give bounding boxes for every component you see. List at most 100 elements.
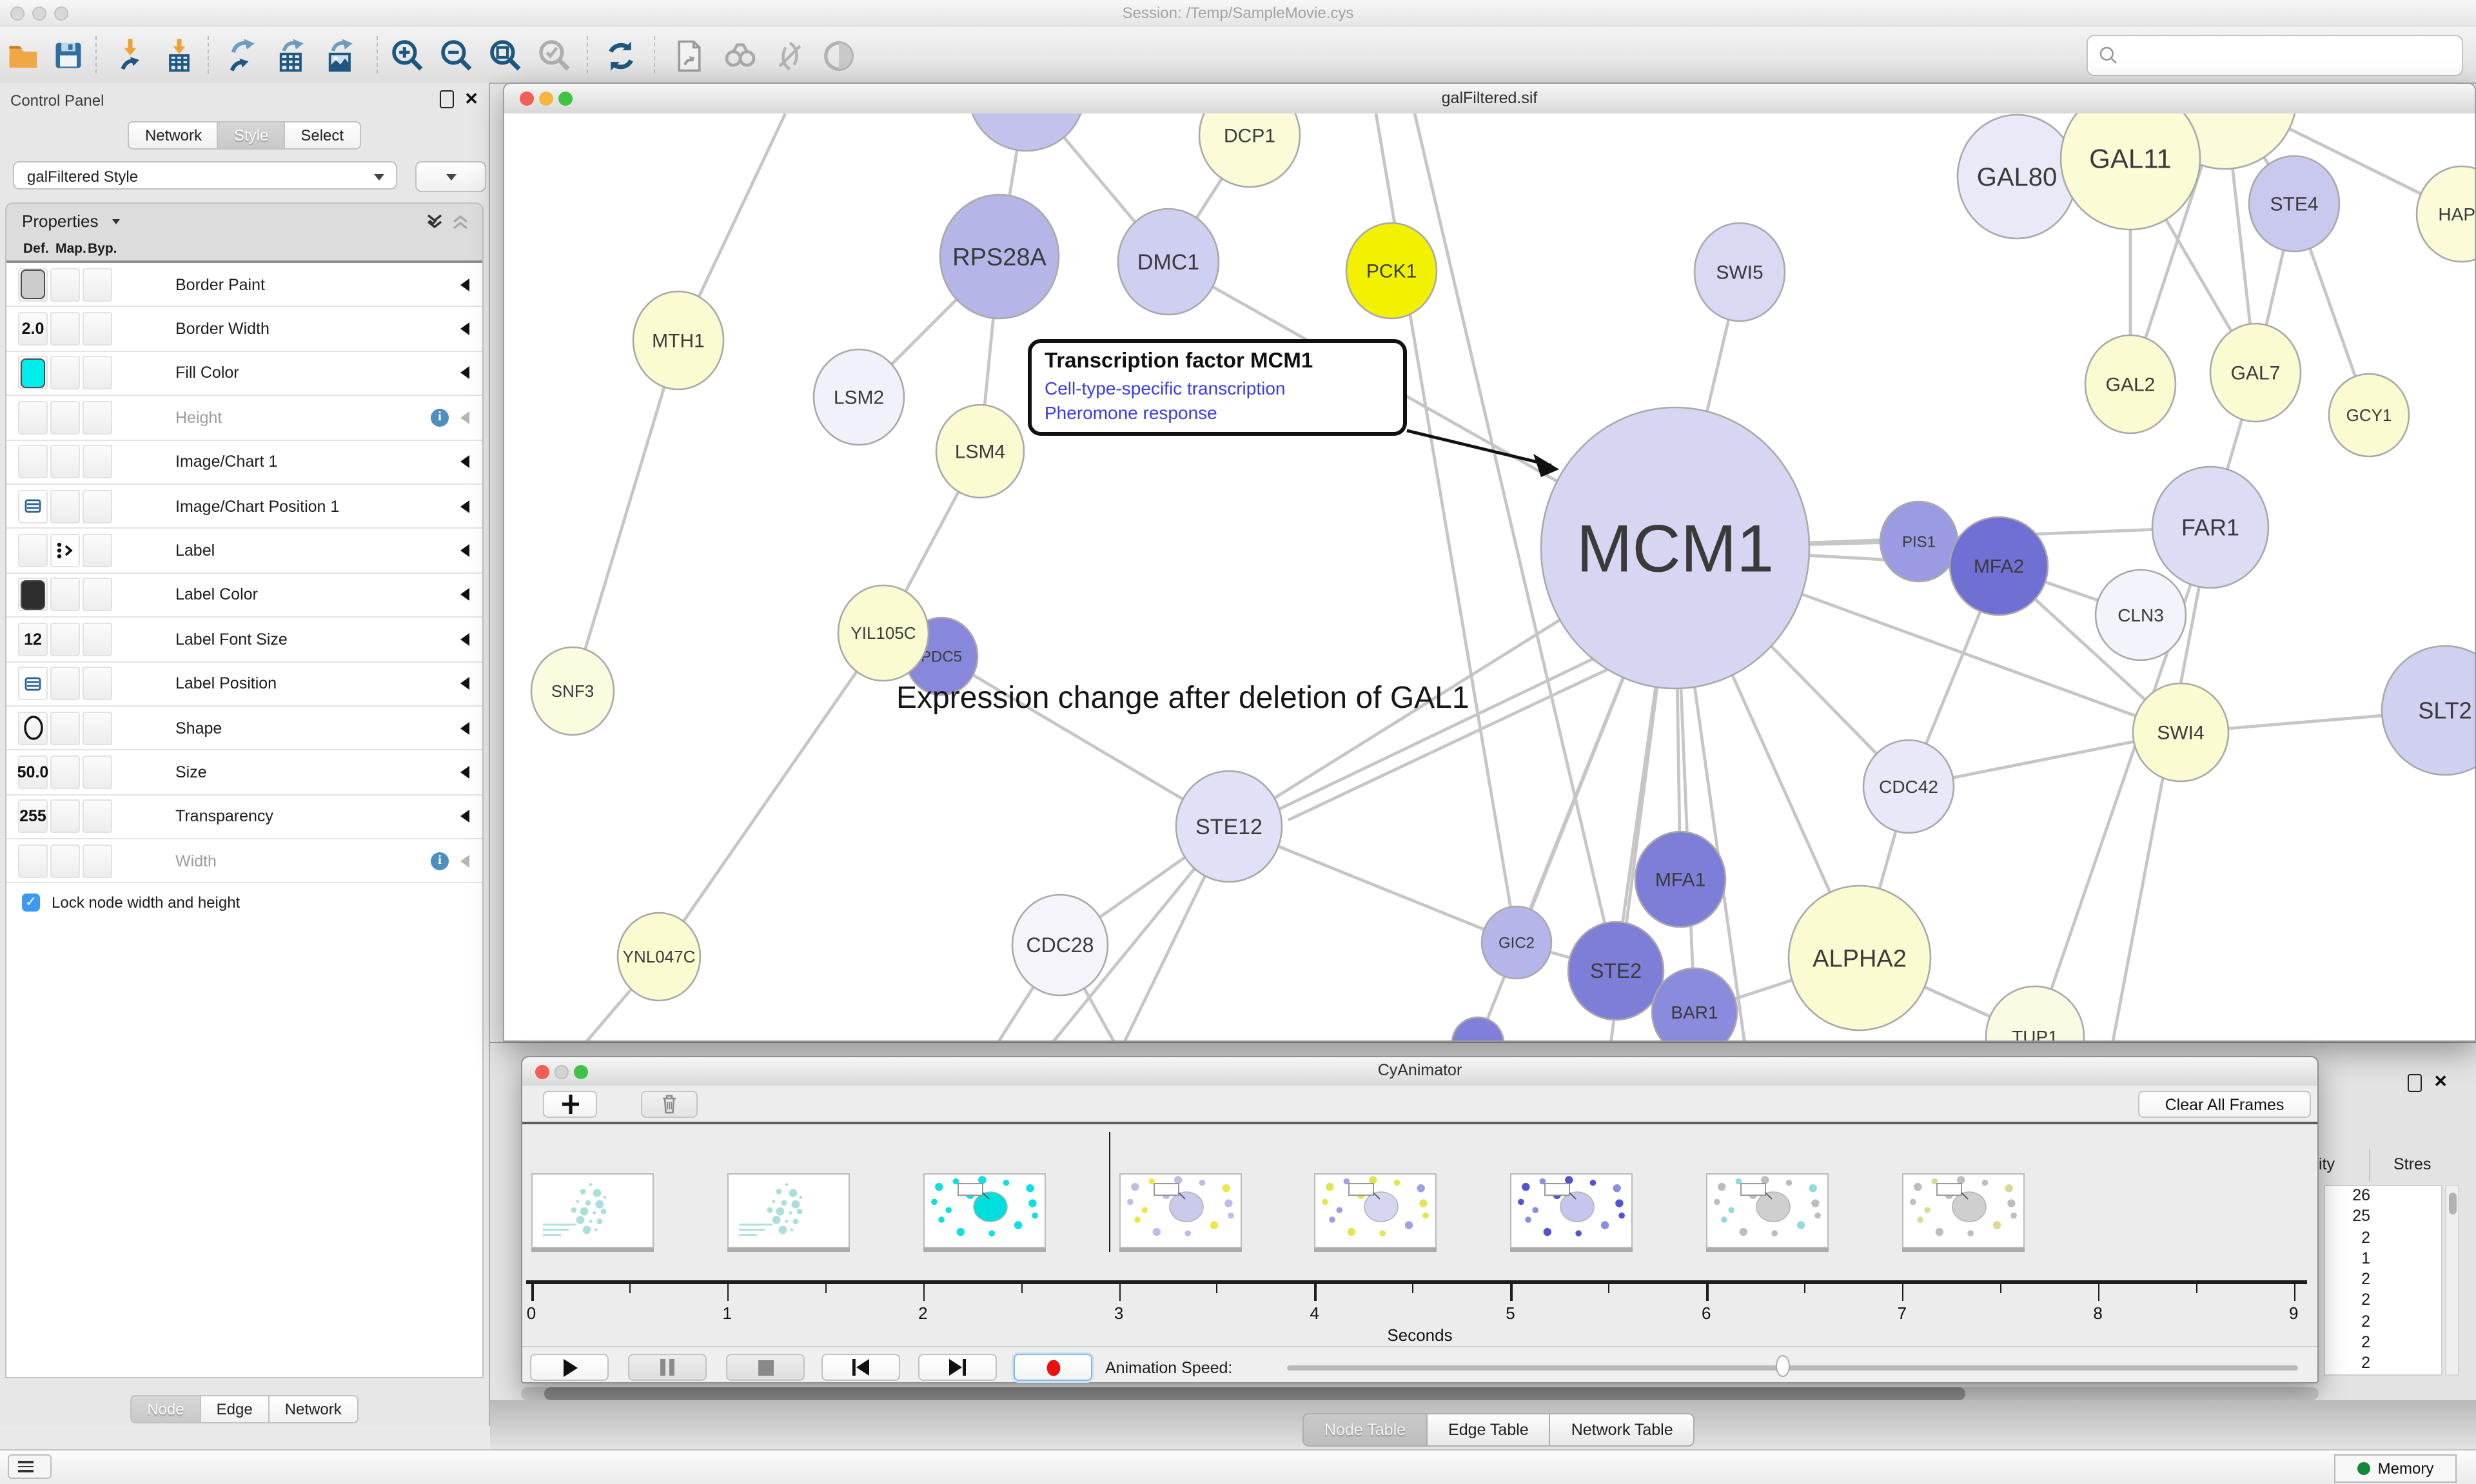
node-BAR1[interactable]: BAR1 [1652,968,1737,1040]
expand-arrow-icon[interactable] [460,456,469,469]
property-row-width[interactable]: Widthi [6,839,482,884]
node-GAL2[interactable]: GAL2 [2085,335,2176,433]
table-cell[interactable]: 2 [2325,1333,2441,1354]
expand-arrow-icon[interactable] [460,721,469,734]
default-value-cell[interactable] [18,534,48,567]
node-LSM2[interactable]: LSM2 [814,349,904,445]
network-window-titlebar[interactable]: galFiltered.sif [504,84,2475,115]
cyanimator-titlebar[interactable]: CyAnimator [522,1057,2317,1087]
float-panel-icon[interactable] [2408,1074,2422,1098]
frame-thumbnail-5[interactable] [1511,1173,1633,1248]
expand-arrow-icon[interactable] [460,278,469,291]
style-options-button[interactable] [415,161,486,192]
table-vertical-scrollbar[interactable] [2445,1185,2459,1376]
record-button[interactable] [1014,1354,1092,1381]
property-row-transparency[interactable]: 255Transparency [6,795,482,839]
bypass-cell[interactable] [83,623,112,656]
network-canvas[interactable]: RPS28BMTH1LSM2RPS28ADMC1LSM4SNF3PDC5YIL1… [504,113,2475,1040]
node-YNL047C[interactable]: YNL047C [618,913,700,1001]
tab-select[interactable]: Select [284,121,360,150]
mapping-cell[interactable] [50,578,80,612]
tab-network[interactable]: Network [128,121,217,150]
property-row-fill-color[interactable]: Fill Color [6,352,482,396]
node-HAP2[interactable]: HAP2 [2417,166,2475,262]
tab-node-table[interactable]: Node Table [1302,1413,1426,1447]
property-row-image-chart-position-1[interactable]: Image/Chart Position 1 [6,485,482,529]
property-row-image-chart-1[interactable]: Image/Chart 1 [6,440,482,485]
animation-speed-thumb[interactable] [1776,1355,1790,1377]
node-CDC28[interactable]: CDC28 [1012,895,1108,995]
expand-arrow-icon[interactable] [460,855,469,868]
node-STE2[interactable]: STE2 [1568,922,1664,1020]
mapping-cell[interactable] [50,401,80,434]
node-GAL11[interactable]: GAL11 [2061,113,2200,229]
property-row-border-width[interactable]: 2.0Border Width [6,308,482,352]
expand-arrow-icon[interactable] [460,411,469,424]
mapping-cell[interactable] [50,711,80,745]
node-STE4[interactable]: STE4 [2249,156,2339,251]
memory-button[interactable]: Memory [2334,1454,2457,1483]
bypass-cell[interactable] [83,800,112,834]
import-table-icon[interactable] [159,35,200,76]
annotation-link-1[interactable]: Cell-type-specific transcription [1045,378,1390,398]
default-value-cell[interactable] [18,356,48,390]
mapping-cell[interactable] [50,623,80,656]
default-value-cell[interactable] [18,845,48,878]
zoom-out-icon[interactable] [436,35,477,76]
lock-checkbox[interactable]: ✓ [22,894,40,912]
expand-arrow-icon[interactable] [460,367,469,380]
node-GCY1[interactable]: GCY1 [2329,374,2409,456]
mapping-cell[interactable] [50,756,80,789]
node-MTH1[interactable]: MTH1 [633,291,723,389]
show-panels-menu-button[interactable] [8,1454,52,1479]
annotation-link-2[interactable]: Pheromone response [1045,402,1390,423]
open-file-icon[interactable] [668,35,709,76]
property-row-shape[interactable]: Shape [6,707,482,751]
table-cell[interactable]: 1 [2325,1249,2441,1271]
stop-button[interactable] [726,1354,805,1381]
node-PIS1[interactable]: PIS1 [1880,502,1958,581]
default-value-cell[interactable] [18,711,48,745]
export-network-icon[interactable] [222,35,263,76]
default-value-cell[interactable]: 255 [18,800,48,834]
tab-edge-table[interactable]: Edge Table [1426,1413,1549,1447]
mapping-cell[interactable] [50,667,80,700]
close-panel-icon[interactable]: ✕ [2433,1074,2448,1089]
delete-frame-button[interactable] [641,1091,698,1118]
bypass-cell[interactable] [83,489,112,523]
node-SWI5[interactable]: SWI5 [1695,223,1785,321]
node-CDC42[interactable]: CDC42 [1863,740,1954,833]
tab-node[interactable]: Node [130,1395,199,1423]
node-MFA1[interactable]: MFA1 [1635,832,1725,927]
frame-thumbnail-7[interactable] [1902,1173,2025,1248]
node-SLT2[interactable]: SLT2 [2382,646,2475,775]
style-dropdown[interactable]: galFiltered Style [13,161,397,190]
property-row-label-position[interactable]: Label Position [6,662,482,707]
expand-arrow-icon[interactable] [460,766,469,779]
next-frame-button[interactable] [918,1354,997,1381]
node-GAL80[interactable]: GAL80 [1958,115,2076,239]
node-SWI4[interactable]: SWI4 [2133,683,2228,781]
expand-arrow-icon[interactable] [460,589,469,601]
property-row-label-font-size[interactable]: 12Label Font Size [6,618,482,662]
zoom-in-icon[interactable] [387,35,428,76]
expand-arrow-icon[interactable] [460,677,469,690]
bypass-cell[interactable] [83,356,112,390]
node-ALPHA2[interactable]: ALPHA2 [1789,886,1931,1030]
property-row-border-paint[interactable]: Border Paint [6,263,482,308]
table-cell[interactable]: 2 [2325,1354,2441,1376]
chevron-down-icon[interactable] [112,219,120,224]
bypass-cell[interactable] [83,756,112,789]
pause-button[interactable] [628,1354,707,1381]
frame-thumbnail-1[interactable] [727,1173,850,1248]
tab-edge[interactable]: Edge [200,1395,268,1423]
bypass-cell[interactable] [83,445,112,479]
tab-network[interactable]: Network [268,1395,359,1423]
node-DCP1[interactable]: DCP1 [1199,113,1300,187]
table-cell[interactable]: 26 [2325,1186,2441,1207]
export-table-icon[interactable] [271,35,312,76]
table-column-centrality[interactable]: ity [2319,1155,2335,1173]
node-TUP1[interactable]: TUP1 [1986,986,2084,1040]
bypass-cell[interactable] [83,534,112,567]
mapping-cell[interactable] [50,312,80,346]
